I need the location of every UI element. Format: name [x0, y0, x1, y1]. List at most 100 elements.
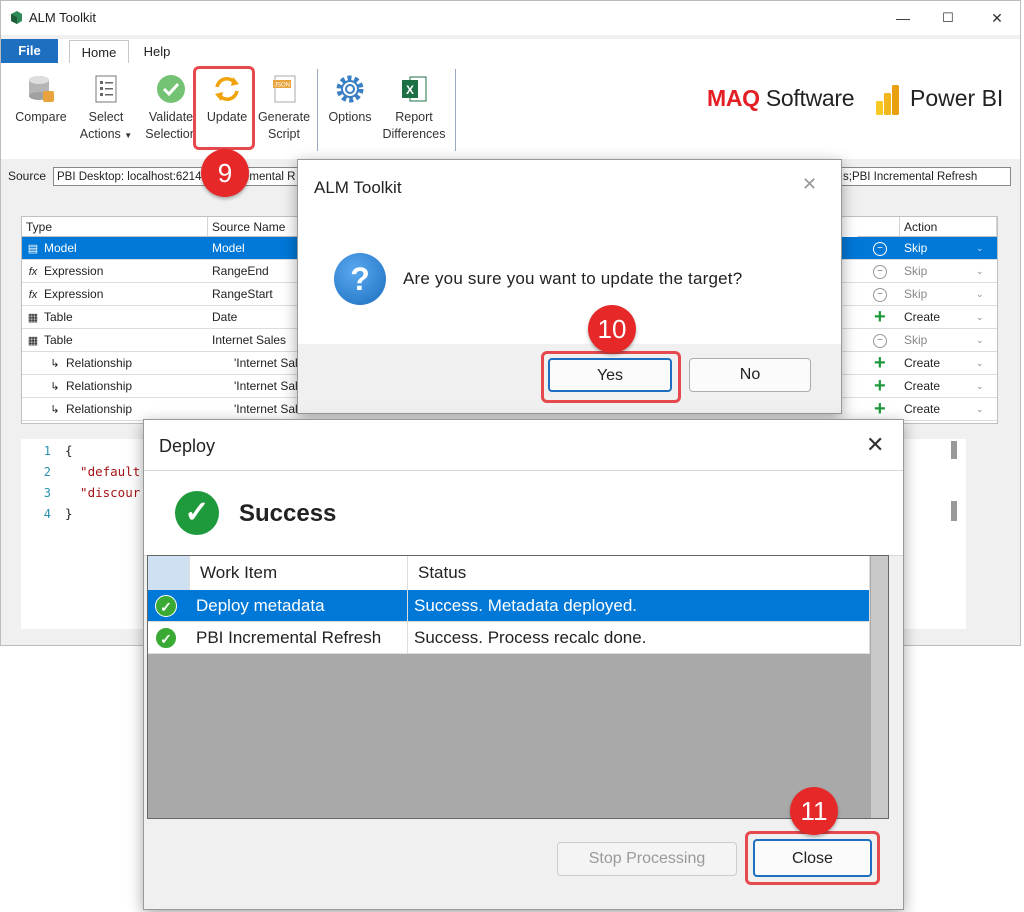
- action-dropdown[interactable]: Skip ⌄: [904, 237, 992, 260]
- generate-label: Generate Script: [255, 109, 313, 143]
- source-name-cell: Model: [212, 241, 245, 255]
- create-icon: +: [874, 375, 886, 397]
- close-icon[interactable]: ✕: [866, 432, 884, 458]
- confirm-dialog-title: ALM Toolkit: [314, 178, 402, 197]
- source-name-cell: RangeStart: [212, 287, 273, 301]
- options-label: Options: [328, 110, 372, 124]
- column-header-status[interactable]: [858, 217, 900, 237]
- validate-check-icon: [157, 75, 185, 103]
- column-header-work-item[interactable]: Work Item: [190, 556, 408, 590]
- work-item-cell: PBI Incremental Refresh: [190, 622, 408, 654]
- tab-help[interactable]: Help: [137, 41, 177, 63]
- action-dropdown[interactable]: Skip ⌄: [904, 283, 992, 306]
- column-header-source-name[interactable]: Source Name: [208, 217, 298, 237]
- target-field[interactable]: s;PBI Incremental Refresh: [839, 167, 1011, 186]
- power-bi-logo-icon: [876, 85, 899, 115]
- action-dropdown[interactable]: Create ⌄: [904, 398, 992, 421]
- table-row[interactable]: ✓ Deploy metadata Success. Metadata depl…: [148, 590, 870, 622]
- line-number: 1: [43, 444, 51, 458]
- source-name-cell: 'Internet Sal: [234, 356, 298, 370]
- type-label: Relationship: [66, 356, 133, 370]
- maq-bold: MAQ: [707, 85, 760, 111]
- select-actions-button[interactable]: Select Actions ▼: [77, 67, 135, 149]
- column-header-status[interactable]: Status: [408, 556, 870, 590]
- action-dropdown[interactable]: Create ⌄: [904, 306, 992, 329]
- expression-icon: fx: [28, 266, 38, 278]
- type-cell: ▤ Model: [26, 237, 202, 260]
- dropdown-arrow-icon: ▼: [124, 131, 133, 140]
- ribbon-separator: [455, 69, 456, 151]
- type-cell: fx Expression: [26, 260, 202, 283]
- step-11-badge: 11: [790, 787, 838, 835]
- checklist-icon: [95, 75, 117, 103]
- success-check-icon: ✓: [155, 595, 177, 617]
- yes-button[interactable]: Yes: [548, 358, 672, 392]
- source-name-cell: Internet Sales: [212, 333, 287, 347]
- report-label: Report Differences: [379, 109, 449, 143]
- maq-rest: Software: [759, 85, 855, 111]
- deploy-dialog: Deploy ✕ ✓ Success Work Item Status ✓ De…: [143, 419, 904, 910]
- report-differences-button[interactable]: X Report Differences: [379, 67, 449, 149]
- type-label: Relationship: [66, 402, 133, 416]
- skip-icon: −: [873, 288, 887, 302]
- code-line: "discour: [65, 485, 141, 500]
- action-dropdown[interactable]: Create ⌄: [904, 352, 992, 375]
- generate-script-button[interactable]: JSON Generate Script: [255, 67, 313, 149]
- type-label: Relationship: [66, 379, 133, 393]
- create-icon: +: [874, 352, 886, 374]
- code-line: }: [65, 506, 73, 521]
- action-value: Create: [904, 310, 941, 324]
- file-menu[interactable]: File: [1, 39, 58, 63]
- close-icon[interactable]: ✕: [802, 174, 817, 195]
- validate-selection-button[interactable]: Validate Selection: [143, 67, 199, 149]
- type-cell: ▦ Table: [26, 306, 202, 329]
- table-row[interactable]: ✓ PBI Incremental Refresh Success. Proce…: [148, 622, 870, 654]
- step-10-badge: 10: [588, 305, 636, 353]
- column-header-action[interactable]: Action: [900, 217, 997, 237]
- no-button[interactable]: No: [689, 358, 811, 392]
- json-file-icon: JSON: [273, 75, 296, 103]
- chevron-down-icon: ⌄: [976, 404, 984, 414]
- action-dropdown[interactable]: Create ⌄: [904, 375, 992, 398]
- action-value: Create: [904, 379, 941, 393]
- stop-processing-button[interactable]: Stop Processing: [557, 842, 737, 876]
- ribbon: Compare Select Actions ▼ Validate Selectio…: [1, 63, 1020, 159]
- minimize-icon[interactable]: —: [894, 9, 912, 27]
- maximize-icon[interactable]: ☐: [939, 9, 957, 27]
- step-9-badge: 9: [201, 149, 249, 197]
- column-header-icon[interactable]: [148, 556, 190, 590]
- action-dropdown[interactable]: Skip ⌄: [904, 260, 992, 283]
- code-scroll-thumb[interactable]: [951, 501, 957, 521]
- json-tag: JSON: [274, 83, 290, 89]
- code-scroll-thumb[interactable]: [951, 441, 957, 459]
- success-check-icon: ✓: [175, 491, 219, 535]
- source-field[interactable]: PBI Desktop: localhost:62145 ... Increme…: [53, 167, 303, 186]
- status-cell: Success. Metadata deployed.: [408, 590, 870, 622]
- type-cell: ↳ Relationship: [48, 375, 202, 398]
- update-highlight: [193, 66, 255, 150]
- generate-line2: Script: [268, 127, 300, 141]
- model-icon: ▤: [27, 243, 39, 255]
- source-name-cell: 'Internet Sal: [234, 402, 298, 416]
- deploy-title-bar: Deploy ✕: [144, 420, 903, 470]
- type-label: Table: [44, 333, 73, 347]
- tab-home[interactable]: Home: [69, 40, 129, 64]
- action-dropdown[interactable]: Skip ⌄: [904, 329, 992, 352]
- close-window-icon[interactable]: ✕: [988, 9, 1006, 27]
- type-label: Table: [44, 310, 73, 324]
- compare-button[interactable]: Compare: [11, 67, 71, 149]
- list-scrollbar[interactable]: [871, 556, 888, 818]
- confirm-dialog: ALM Toolkit ✕ ? Are you sure you want to…: [297, 159, 842, 414]
- type-cell: ↳ Relationship: [48, 398, 202, 421]
- generate-line1: Generate: [257, 110, 311, 124]
- confirm-question: Are you sure you want to update the targ…: [403, 269, 743, 288]
- chevron-down-icon: ⌄: [976, 335, 984, 345]
- status-cell: Success. Process recalc done.: [408, 622, 870, 654]
- chevron-down-icon: ⌄: [976, 312, 984, 322]
- column-header-type[interactable]: Type: [22, 217, 208, 237]
- options-button[interactable]: Options: [323, 67, 377, 149]
- close-button[interactable]: Close: [753, 839, 872, 877]
- confirm-footer: Yes No: [298, 344, 841, 413]
- select-actions-label: Select Actions ▼: [77, 109, 135, 144]
- action-value: Skip: [904, 264, 928, 278]
